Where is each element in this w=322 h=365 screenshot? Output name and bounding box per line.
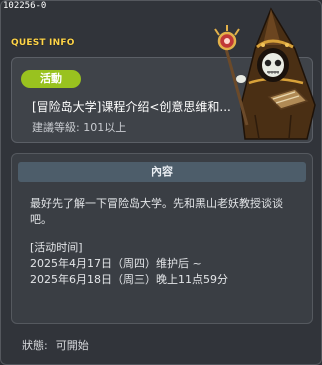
- quest-info-window: 102256-0 QUEST INFO 活動 [冒险岛大学]课程介绍<创意思维和…: [0, 0, 322, 365]
- event-period-heading: [活动时间]: [30, 241, 83, 254]
- level-label: 建議等級:: [32, 121, 80, 134]
- event-badge: 活動: [21, 70, 81, 88]
- event-period-end: 2025年6月18日（周三）晚上11点59分: [30, 273, 228, 286]
- window-id-label: 102256-0: [3, 1, 47, 11]
- content-body: 最好先了解一下冒险岛大学。先和黑山老妖教授谈谈吧。 [活动时间] 2025年4月…: [30, 196, 302, 288]
- status-value: 可開始: [55, 339, 89, 352]
- event-period-start: 2025年4月17日（周四）维护后 ~: [30, 257, 202, 270]
- window-title: QUEST INFO: [11, 38, 75, 48]
- quest-status: 狀態: 可開始: [22, 339, 89, 353]
- level-value: 101以上: [83, 121, 127, 134]
- event-description: 最好先了解一下冒险岛大学。先和黑山老妖教授谈谈吧。: [30, 197, 283, 226]
- recommended-level: 建議等級: 101以上: [32, 121, 126, 135]
- lich-professor-npc-icon: [214, 7, 316, 140]
- status-label: 狀態:: [22, 339, 48, 352]
- content-panel: 內容 最好先了解一下冒险岛大学。先和黑山老妖教授谈谈吧。 [活动时间] 2025…: [11, 153, 313, 324]
- event-title: [冒险岛大学]课程介绍<创意思维和...: [32, 100, 231, 114]
- content-header: 內容: [18, 162, 306, 182]
